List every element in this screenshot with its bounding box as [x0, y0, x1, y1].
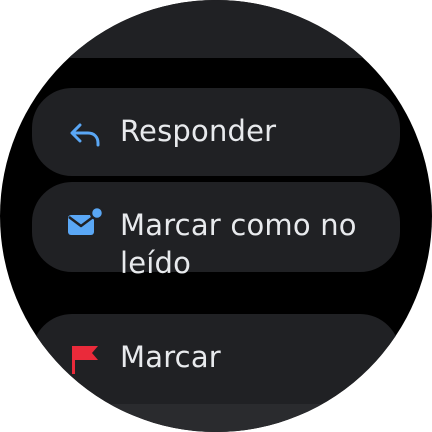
flag-button[interactable]: Marcar	[32, 314, 400, 414]
mark-unread-label: Marcar como no leído	[120, 208, 357, 280]
mark-unread-button[interactable]: Marcar como no leído	[32, 182, 400, 280]
flag-icon	[72, 346, 98, 374]
previous-action-chip[interactable]	[32, 0, 400, 58]
flag-label: Marcar	[120, 340, 221, 374]
reply-icon	[70, 123, 100, 147]
mail-unread-icon	[68, 205, 105, 235]
next-action-chip[interactable]	[0, 404, 432, 432]
watch-screen: Responder Marcar como no leído Marcar	[0, 0, 432, 432]
reply-label: Responder	[120, 114, 277, 148]
reply-button[interactable]: Responder	[32, 88, 400, 176]
